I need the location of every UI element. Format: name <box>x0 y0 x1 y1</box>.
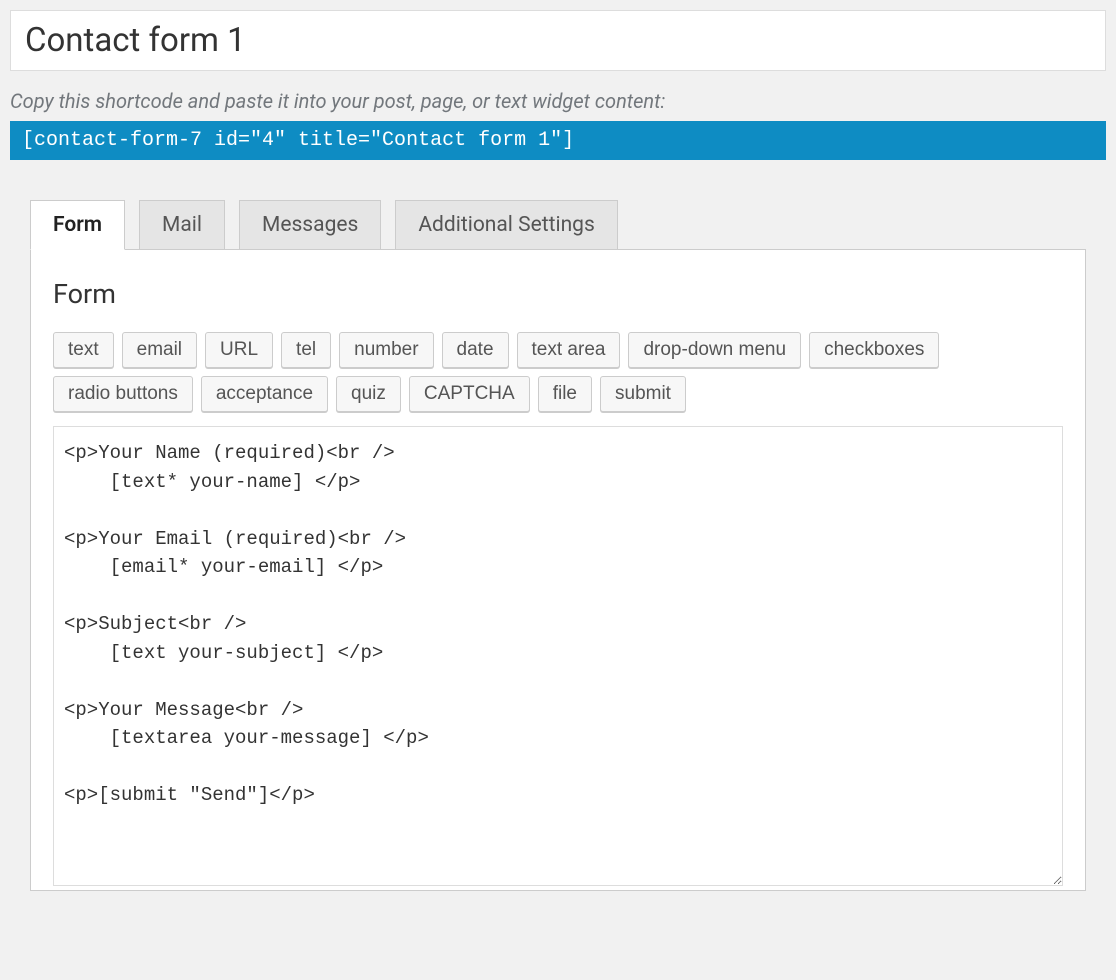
tab-messages[interactable]: Messages <box>239 200 381 250</box>
tab-mail[interactable]: Mail <box>139 200 225 250</box>
tag-date-button[interactable]: date <box>442 332 509 368</box>
tag-file-button[interactable]: file <box>538 376 592 412</box>
tabs: Form Mail Messages Additional Settings <box>30 200 1086 250</box>
page-title[interactable]: Contact form 1 <box>25 21 1091 60</box>
tag-captcha-button[interactable]: CAPTCHA <box>409 376 530 412</box>
panel-heading: Form <box>53 278 1063 310</box>
tag-radio-button[interactable]: radio buttons <box>53 376 193 412</box>
form-editor-textarea[interactable] <box>53 426 1063 886</box>
tag-textarea-button[interactable]: text area <box>517 332 621 368</box>
tabs-wrap: Form Mail Messages Additional Settings F… <box>10 200 1106 891</box>
tag-tel-button[interactable]: tel <box>281 332 331 368</box>
tag-checkboxes-button[interactable]: checkboxes <box>809 332 939 368</box>
tag-dropdown-button[interactable]: drop-down menu <box>628 332 801 368</box>
tag-generator-buttons: text email URL tel number date text area… <box>53 332 1063 412</box>
tag-url-button[interactable]: URL <box>205 332 273 368</box>
shortcode-hint: Copy this shortcode and paste it into yo… <box>10 89 1106 113</box>
tag-email-button[interactable]: email <box>122 332 197 368</box>
form-panel: Form text email URL tel number date text… <box>30 249 1086 891</box>
tag-number-button[interactable]: number <box>339 332 433 368</box>
tag-submit-button[interactable]: submit <box>600 376 686 412</box>
tab-form[interactable]: Form <box>30 200 125 250</box>
tab-additional-settings[interactable]: Additional Settings <box>395 200 617 250</box>
tag-text-button[interactable]: text <box>53 332 114 368</box>
tag-acceptance-button[interactable]: acceptance <box>201 376 328 412</box>
shortcode-field[interactable] <box>10 121 1106 160</box>
title-box: Contact form 1 <box>10 10 1106 71</box>
tag-quiz-button[interactable]: quiz <box>336 376 401 412</box>
